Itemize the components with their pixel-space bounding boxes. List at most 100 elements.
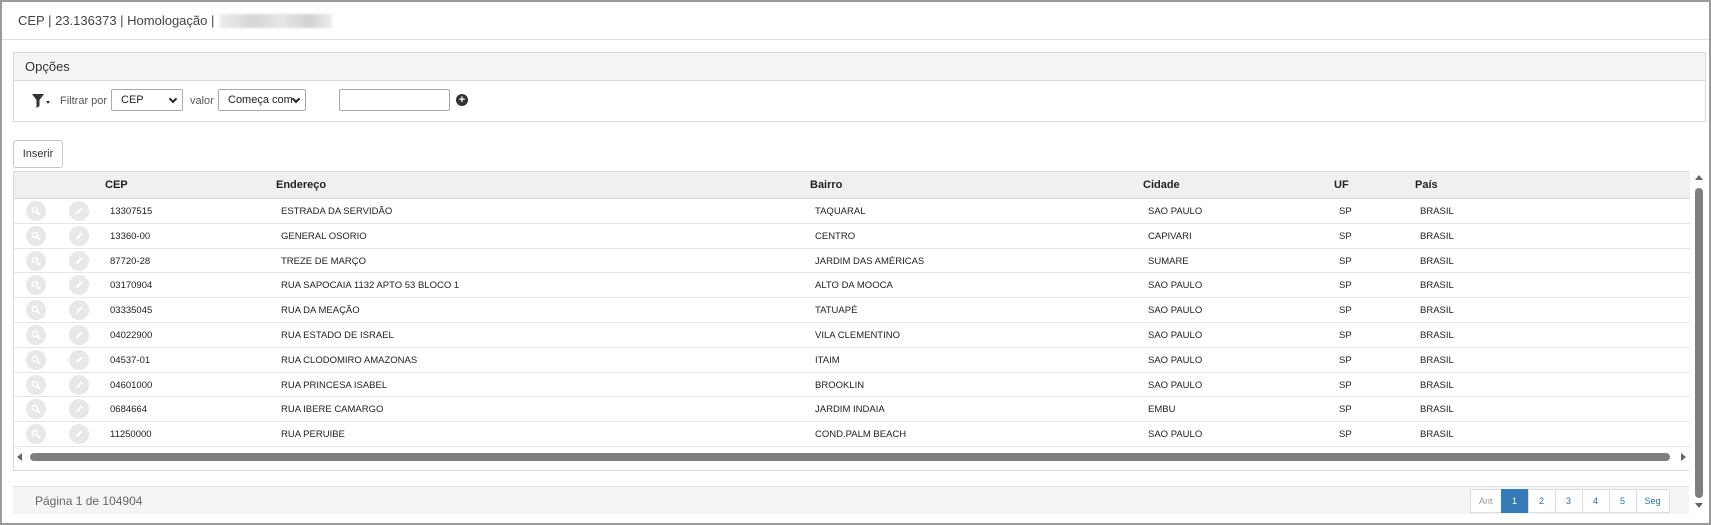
page-button-3[interactable]: 3	[1554, 489, 1583, 513]
cell-bairro: JARDIM DAS AMÉRICAS	[815, 255, 925, 267]
cell-endereco: TREZE DE MARÇO	[281, 255, 366, 267]
cell-cidade: EMBU	[1148, 404, 1176, 416]
page-title: CEP | 23.136373 | Homologação |	[18, 13, 215, 28]
grid-header: CEP Endereço Bairro Cidade UF País	[14, 172, 1690, 199]
next-page-button[interactable]: Seg	[1635, 489, 1670, 513]
magnifier-icon[interactable]	[26, 225, 46, 246]
column-header-cidade[interactable]: Cidade	[1143, 179, 1180, 191]
cell-pais: BRASIL	[1420, 305, 1454, 317]
page-button-4[interactable]: 4	[1581, 489, 1610, 513]
magnifier-icon[interactable]	[26, 349, 46, 370]
options-panel: Opções Filtrar por CEP valor Começa com …	[13, 52, 1706, 122]
grid-footer: Página 1 de 104904 Ant 1 2 3 4 5 Seg	[13, 486, 1689, 514]
scroll-left-icon[interactable]	[17, 453, 22, 461]
cell-endereco: GENERAL OSORIO	[281, 230, 367, 242]
table-row: 13307515 ESTRADA DA SERVIDÃO TAQUARAL SAO P…	[14, 199, 1690, 224]
magnifier-icon[interactable]	[26, 424, 46, 445]
pencil-icon[interactable]	[69, 349, 89, 370]
pencil-icon[interactable]	[69, 275, 89, 296]
page-button-2[interactable]: 2	[1527, 489, 1556, 513]
magnifier-icon[interactable]	[26, 374, 46, 395]
horizontal-scrollbar[interactable]	[14, 451, 1690, 463]
cell-uf: SP	[1339, 206, 1352, 217]
magnifier-icon[interactable]	[26, 325, 46, 345]
table-row: 03335045 RUA DA MEAÇÃO TATUAPÉ SAO PAULO SP B…	[14, 298, 1690, 323]
column-header-cep[interactable]: CEP	[105, 179, 128, 191]
cell-bairro: TATUAPÉ	[815, 305, 858, 317]
filter-value-input[interactable]	[339, 89, 450, 111]
page-info: Página 1 de 104904	[35, 494, 143, 508]
cell-pais: BRASIL	[1420, 354, 1454, 366]
pencil-icon[interactable]	[69, 250, 89, 271]
cell-cidade: SAO PAULO	[1148, 280, 1203, 292]
vertical-scrollbar[interactable]	[1692, 171, 1706, 511]
cell-bairro: BROOKLIN	[815, 379, 865, 391]
magnifier-icon[interactable]	[26, 399, 46, 420]
vertical-scroll-thumb[interactable]	[1695, 188, 1703, 498]
operator-select[interactable]: Começa com	[218, 89, 306, 111]
scroll-down-icon[interactable]	[1695, 503, 1703, 508]
value-label: valor	[190, 95, 214, 107]
pencil-icon[interactable]	[69, 300, 89, 321]
column-header-pais[interactable]: País	[1415, 179, 1438, 191]
cell-cidade: SAO PAULO	[1148, 305, 1203, 317]
cell-cidade: CAPIVARI	[1148, 230, 1192, 242]
cell-bairro: COND.PALM BEACH	[815, 429, 907, 441]
cell-pais: BRASIL	[1420, 330, 1454, 341]
table-row: 03170904 RUA SAPOCAIA 1132 APTO 53 BLOCO …	[14, 273, 1690, 299]
cell-cep: 13360-00	[110, 230, 151, 242]
cell-uf: SP	[1339, 429, 1352, 441]
cell-uf: SP	[1339, 255, 1352, 267]
cell-bairro: VILA CLEMENTINO	[815, 330, 900, 341]
cell-bairro: ALTO DA MOOCA	[815, 280, 893, 292]
column-header-endereco[interactable]: Endereço	[276, 179, 326, 191]
scroll-up-icon[interactable]	[1695, 175, 1703, 180]
cell-cep: 0684664	[110, 404, 147, 416]
cell-uf: SP	[1339, 379, 1352, 391]
prev-page-button[interactable]: Ant	[1470, 489, 1502, 513]
cell-endereco: ESTRADA DA SERVIDÃO	[281, 206, 393, 217]
cell-cep: 13307515	[110, 206, 153, 217]
scroll-right-icon[interactable]	[1681, 453, 1686, 461]
operator-value: Começa com	[228, 94, 293, 106]
cell-uf: SP	[1339, 330, 1352, 341]
chevron-down-icon	[168, 94, 178, 104]
column-header-uf[interactable]: UF	[1334, 179, 1349, 191]
cell-pais: BRASIL	[1420, 280, 1454, 292]
magnifier-icon[interactable]	[26, 201, 46, 221]
cell-pais: BRASIL	[1420, 230, 1454, 242]
pencil-icon[interactable]	[69, 325, 89, 345]
column-header-bairro[interactable]: Bairro	[810, 179, 842, 191]
cell-bairro: ITAIM	[815, 354, 840, 366]
pencil-icon[interactable]	[69, 374, 89, 395]
options-title: Opções	[14, 53, 1705, 81]
page-button-1[interactable]: 1	[1500, 489, 1529, 513]
cell-bairro: CENTRO	[815, 230, 856, 242]
cell-uf: SP	[1339, 354, 1352, 366]
pencil-icon[interactable]	[69, 225, 89, 246]
pencil-icon[interactable]	[69, 201, 89, 221]
filter-icon[interactable]	[31, 93, 51, 109]
horizontal-scroll-thumb[interactable]	[30, 453, 1670, 461]
cell-cidade: SAO PAULO	[1148, 429, 1203, 441]
cell-pais: BRASIL	[1420, 404, 1454, 416]
insert-button[interactable]: Inserir	[13, 140, 63, 168]
page-button-5[interactable]: 5	[1608, 489, 1637, 513]
cell-pais: BRASIL	[1420, 379, 1454, 391]
filter-field-select[interactable]: CEP	[111, 89, 183, 111]
table-row: 04022900 RUA ESTADO DE ISRAEL VILA CLEMENT…	[14, 323, 1690, 348]
magnifier-icon[interactable]	[26, 250, 46, 271]
magnifier-icon[interactable]	[26, 300, 46, 321]
magnifier-icon[interactable]	[26, 275, 46, 296]
cell-bairro: JARDIM INDAIA	[815, 404, 885, 416]
cell-pais: BRASIL	[1420, 429, 1454, 441]
pencil-icon[interactable]	[69, 424, 89, 445]
table-row: 87720-28 TREZE DE MARÇO JARDIM DAS AMÉRICA…	[14, 248, 1690, 274]
plus-circle-icon[interactable]: +	[456, 94, 468, 106]
cell-cidade: SAO PAULO	[1148, 206, 1203, 217]
cell-cep: 04601000	[110, 379, 153, 391]
pencil-icon[interactable]	[69, 399, 89, 420]
cell-cep: 03170904	[110, 280, 153, 292]
chevron-down-icon	[291, 94, 301, 104]
results-grid: CEP Endereço Bairro Cidade UF País 13307…	[13, 171, 1690, 471]
